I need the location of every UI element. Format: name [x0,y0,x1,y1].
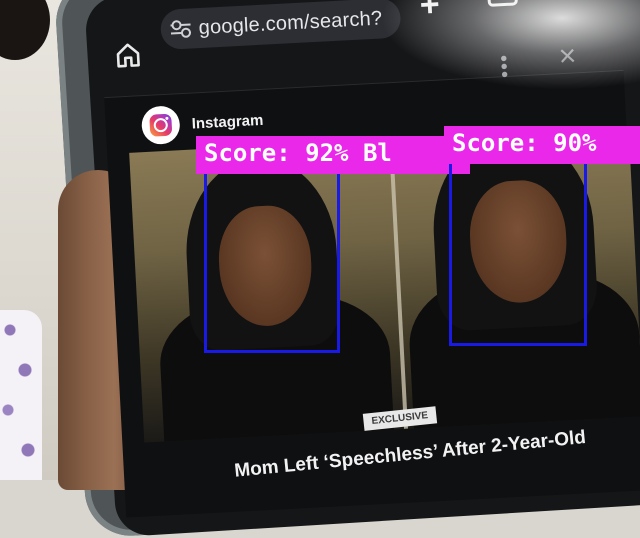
detection-label-2: Score: 90% [444,126,640,164]
instagram-icon [140,105,181,146]
screen-glare [380,0,640,90]
url-text: google.com/search? [198,6,383,39]
detection-label-1: Score: 92% Bl [196,136,470,174]
detection-box-2 [449,160,587,346]
home-icon[interactable] [113,41,142,68]
address-bar[interactable]: google.com/search? [159,0,402,51]
tune-icon[interactable] [170,19,192,38]
detection-box-1 [204,168,340,353]
source-name: Instagram [191,111,264,133]
